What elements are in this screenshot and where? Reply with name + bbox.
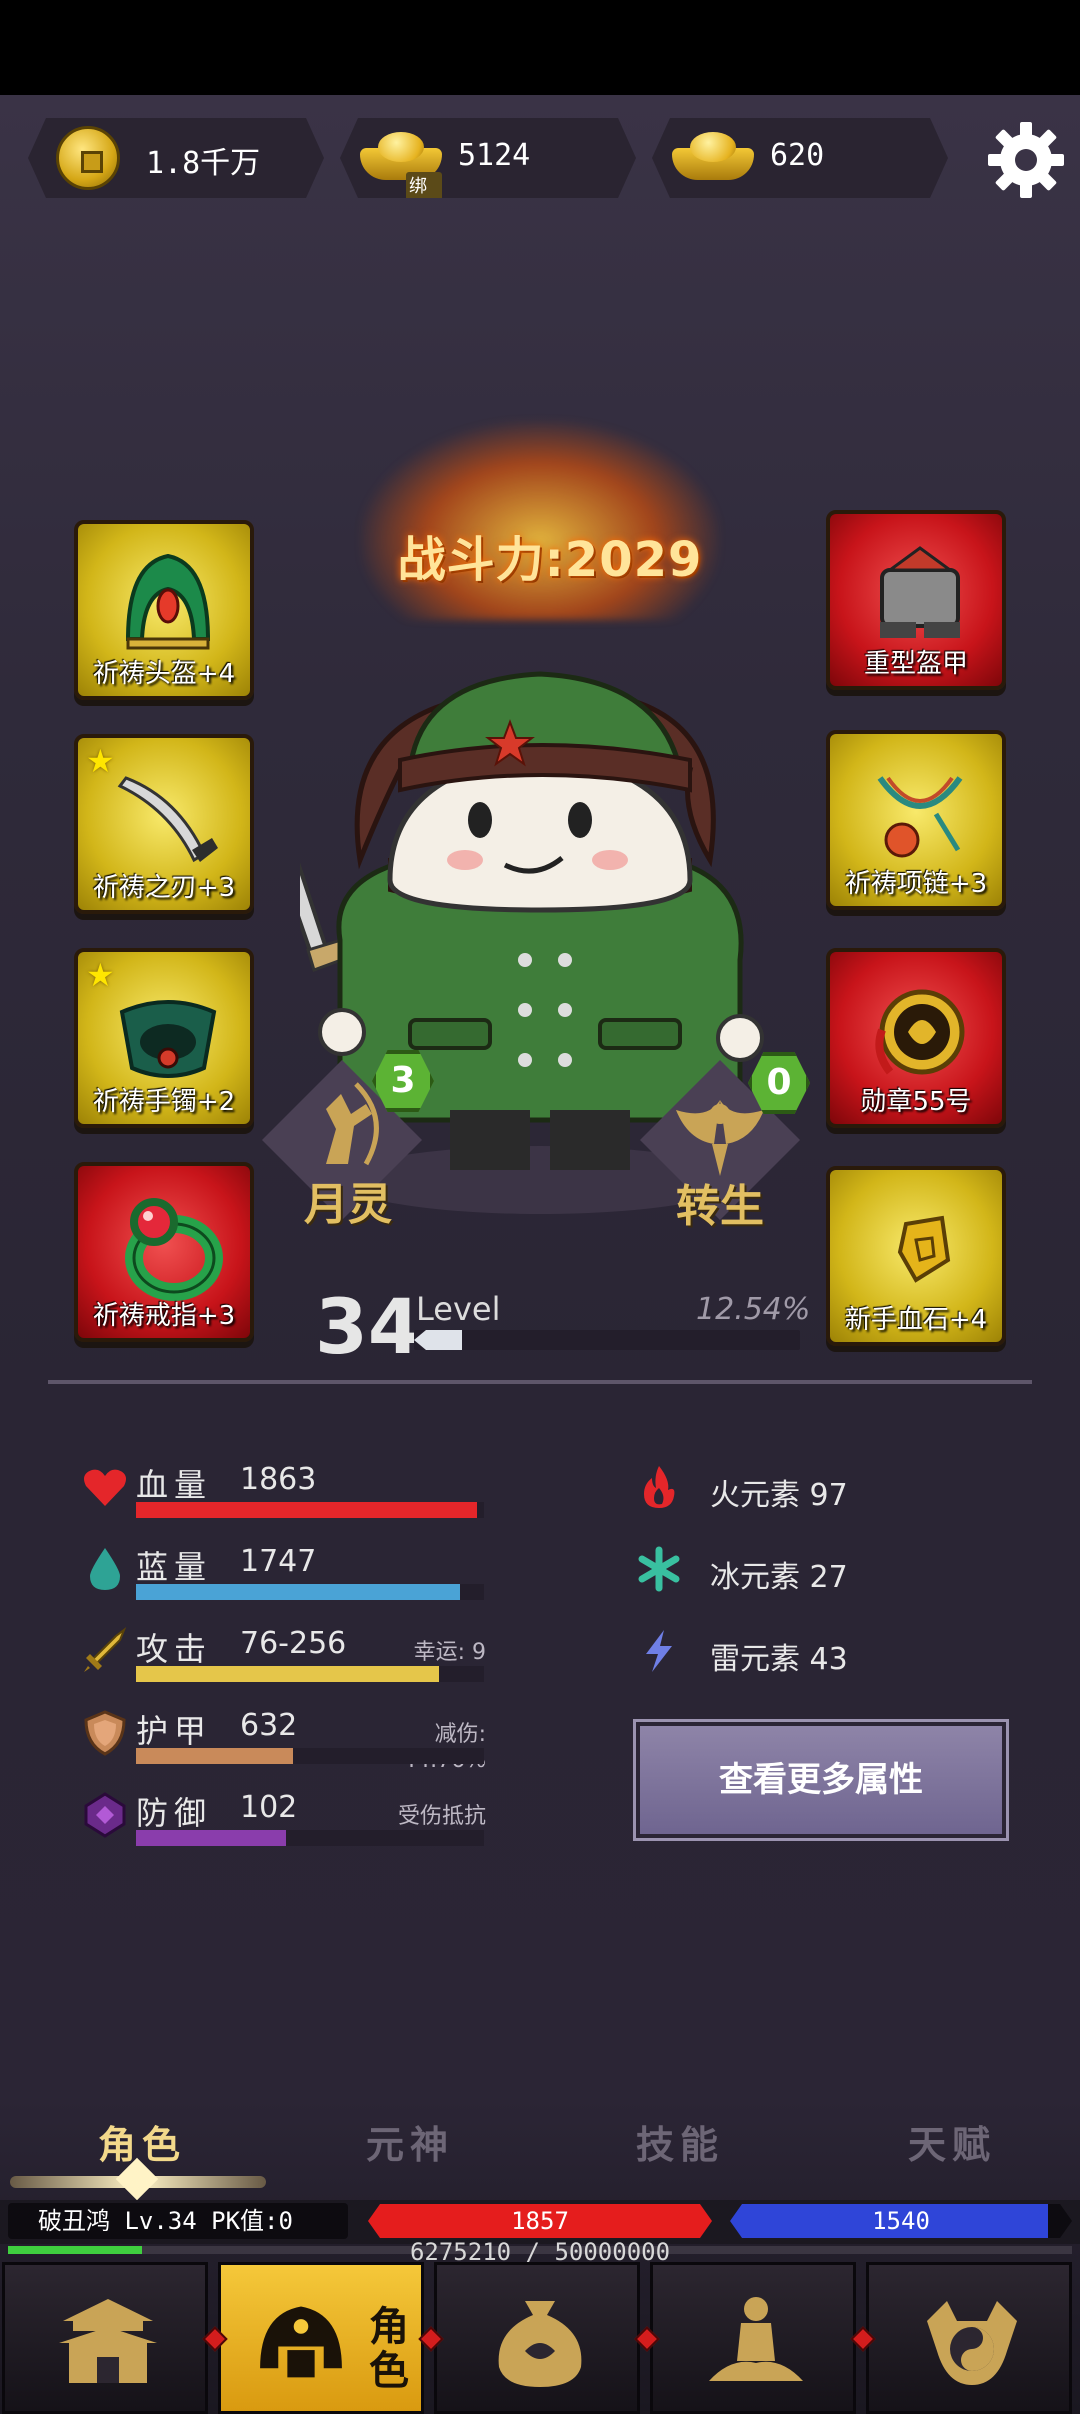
equip-slot-weapon[interactable]: ★ 祈祷之刃+3 bbox=[74, 734, 254, 914]
player-hp-bar: 1857 bbox=[368, 2204, 712, 2238]
stat-bar bbox=[136, 1666, 484, 1682]
level-percent: 12.54% bbox=[696, 1292, 811, 1327]
fire-icon bbox=[644, 1466, 675, 1508]
equip-slot-medal[interactable]: 勋章55号 bbox=[826, 948, 1006, 1128]
equip-label: 祈祷之刃+3 bbox=[92, 873, 236, 903]
stat-name: 蓝量 bbox=[136, 1548, 213, 1586]
gold-ingot-bound-icon: 绑定 bbox=[360, 132, 442, 182]
stat-bar bbox=[136, 1830, 484, 1846]
tab-character[interactable]: 角色 bbox=[42, 2114, 242, 2169]
level-number: 34 bbox=[315, 1282, 421, 1371]
equip-slot-bracelet[interactable]: ★ 祈祷手镯+2 bbox=[74, 948, 254, 1128]
heart-icon bbox=[84, 1469, 126, 1506]
money-bag-icon bbox=[498, 2301, 582, 2387]
equip-slot-helmet[interactable]: 祈祷头盔+4 bbox=[74, 520, 254, 700]
player-mp-bar: 1540 bbox=[730, 2204, 1072, 2238]
stat-bar-fill bbox=[136, 1502, 478, 1518]
ingots-value: 620 bbox=[770, 138, 825, 173]
equip-label: 祈祷项链+3 bbox=[844, 869, 988, 899]
nav-character-label: 角色 bbox=[369, 2304, 409, 2394]
copper-coin-icon bbox=[56, 126, 120, 190]
bloodstone-icon bbox=[897, 1215, 951, 1283]
necklace-icon bbox=[877, 776, 963, 858]
stat-bar-fill bbox=[136, 1666, 439, 1682]
stat-bar bbox=[136, 1502, 484, 1518]
shield-icon bbox=[84, 1710, 126, 1756]
ingots-display[interactable]: 620 bbox=[652, 118, 948, 198]
coins-display[interactable]: 1.8千万 bbox=[28, 118, 324, 198]
bound-tag: 绑定 bbox=[406, 172, 442, 224]
stat-value: 1863 bbox=[240, 1462, 317, 1497]
stat-bar bbox=[136, 1748, 484, 1764]
equip-label: 新手血石+4 bbox=[844, 1305, 988, 1335]
helmet-icon bbox=[125, 553, 211, 650]
stat-value: 1747 bbox=[240, 1544, 317, 1579]
helmet-nav-icon bbox=[260, 2306, 342, 2378]
player-name-level: 破丑鸿 Lv.34 PK值:0 bbox=[8, 2203, 348, 2239]
ring-icon bbox=[125, 1198, 223, 1301]
stat-bar-fill bbox=[136, 1584, 460, 1600]
fire-element: 火元素 97 bbox=[710, 1478, 848, 1513]
blade-icon bbox=[117, 776, 218, 863]
equip-label: 祈祷头盔+4 bbox=[92, 659, 236, 689]
level-progress-bar bbox=[414, 1330, 800, 1350]
sword-icon bbox=[84, 1627, 127, 1672]
thunder-icon bbox=[646, 1630, 672, 1672]
coins-value: 1.8千万 bbox=[146, 146, 261, 181]
settings-gear-icon[interactable] bbox=[984, 118, 1068, 202]
ice-icon bbox=[638, 1546, 680, 1592]
equip-slot-bloodstone[interactable]: 新手血石+4 bbox=[826, 1166, 1006, 1346]
defense-icon bbox=[84, 1792, 126, 1838]
thunder-element: 雷元素 43 bbox=[710, 1642, 848, 1677]
equip-label: 勋章55号 bbox=[860, 1087, 972, 1117]
equip-slot-armor[interactable]: 重型盔甲 bbox=[826, 510, 1006, 690]
bound-ingots-value: 5124 bbox=[458, 138, 531, 173]
stat-bar-fill bbox=[136, 1830, 286, 1846]
stat-value: 632 bbox=[240, 1708, 298, 1743]
combat-power: 战斗力:2029 bbox=[397, 532, 703, 588]
tab-skills[interactable]: 技能 bbox=[580, 2114, 780, 2169]
stat-value: 76-256 bbox=[240, 1626, 347, 1661]
stat-name: 护甲 bbox=[136, 1712, 213, 1750]
palace-icon bbox=[59, 2299, 157, 2383]
meditation-icon bbox=[709, 2297, 803, 2381]
stat-value: 102 bbox=[240, 1790, 298, 1825]
medal-icon bbox=[875, 989, 965, 1075]
stat-bar bbox=[136, 1584, 484, 1600]
stat-side: 受伤抵抗 bbox=[397, 1804, 486, 1829]
nav-taoism[interactable] bbox=[866, 2262, 1072, 2414]
nav-character[interactable]: 角色 bbox=[218, 2262, 424, 2414]
equip-label: 祈祷戒指+3 bbox=[92, 1301, 236, 1331]
level-progress-fill bbox=[414, 1330, 463, 1350]
stat-side: 减伤: 44.76% bbox=[402, 1722, 486, 1773]
equip-label: 重型盔甲 bbox=[863, 649, 968, 679]
player-mp-value: 1540 bbox=[872, 2207, 930, 2235]
view-more-attributes-button[interactable]: 查看更多属性 bbox=[633, 1719, 1009, 1841]
ice-element: 冰元素 27 bbox=[710, 1560, 848, 1595]
armor-icon bbox=[880, 546, 960, 638]
drop-icon bbox=[90, 1548, 120, 1590]
level-word: Level bbox=[416, 1290, 501, 1328]
moon-spirit-label: 月灵 bbox=[304, 1179, 392, 1230]
gold-ingot-icon bbox=[672, 132, 754, 182]
nav-cultivation[interactable] bbox=[650, 2262, 856, 2414]
equip-slot-necklace[interactable]: 祈祷项链+3 bbox=[826, 730, 1006, 910]
stat-name: 攻击 bbox=[136, 1630, 213, 1668]
rebirth-label: 转生 bbox=[676, 1181, 764, 1232]
character-screen: 1.8千万 绑定 5124 620 战斗力:2029 祈祷头盔+4 ★ 祈祷之刃… bbox=[0, 0, 1080, 2414]
bracelet-icon bbox=[119, 1000, 217, 1078]
stat-bar-fill bbox=[136, 1748, 293, 1764]
nav-wealth[interactable] bbox=[434, 2262, 640, 2414]
stat-name: 防御 bbox=[136, 1794, 213, 1832]
bound-ingots-display[interactable]: 绑定 5124 bbox=[340, 118, 636, 198]
tab-talent[interactable]: 天赋 bbox=[852, 2114, 1052, 2169]
divider bbox=[48, 1380, 1032, 1384]
stat-name: 血量 bbox=[136, 1466, 213, 1504]
tab-spirit[interactable]: 元神 bbox=[310, 2114, 510, 2169]
equip-label: 祈祷手镯+2 bbox=[92, 1087, 236, 1117]
equip-slot-ring[interactable]: 祈祷戒指+3 bbox=[74, 1162, 254, 1342]
nav-town[interactable] bbox=[2, 2262, 208, 2414]
stat-side: 幸运: 9 bbox=[413, 1640, 486, 1665]
yin-yang-icon bbox=[927, 2301, 1017, 2385]
